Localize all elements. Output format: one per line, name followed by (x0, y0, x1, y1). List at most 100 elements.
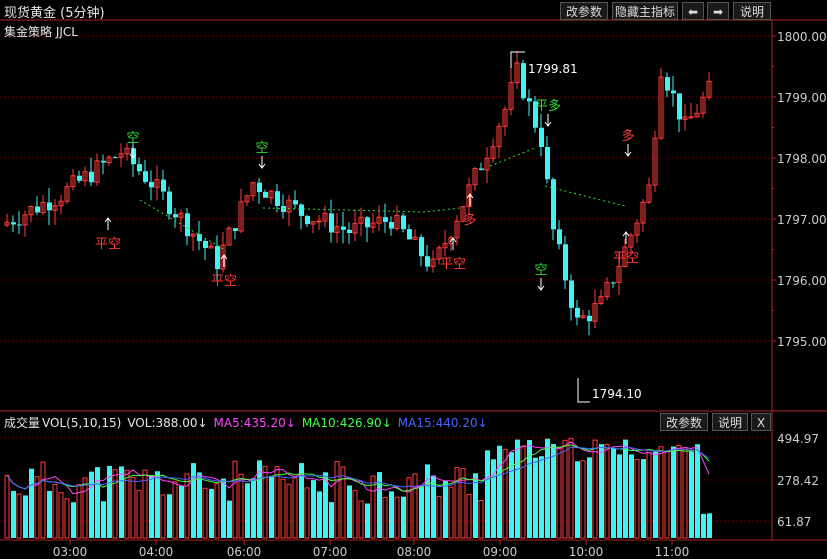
volume-bar (221, 478, 226, 538)
candle-body (521, 63, 526, 99)
volume-bar (167, 494, 172, 538)
candle-body (35, 206, 40, 213)
volume-bar (473, 473, 478, 538)
vol-help-button[interactable]: 说明 (712, 413, 748, 431)
candle-body (671, 90, 676, 94)
volume-bar (604, 443, 610, 539)
candle-body (17, 224, 22, 226)
candle-body (587, 315, 592, 322)
volume-bar (617, 454, 622, 538)
volume-bar (232, 460, 238, 539)
candle-body (197, 234, 202, 242)
ma5-value: MA5:435.20↓ (213, 416, 296, 430)
signal-label: 平空 (613, 251, 639, 266)
candle-body (677, 93, 682, 120)
volume-bar (155, 471, 160, 538)
candle-body (47, 202, 52, 211)
volume-bar (466, 494, 472, 539)
candle-body (233, 228, 238, 231)
candle-body (113, 157, 118, 159)
candle-body (407, 229, 412, 240)
volume-header: 成交量 VOL(5,10,15) VOL:388.00↓ MA5:435.20↓ MA1… (4, 414, 494, 431)
volume-bar (707, 513, 712, 538)
volume-bar (274, 466, 280, 539)
volume-bar (658, 446, 664, 539)
time-axis-label: 10:00 (569, 545, 604, 559)
volume-bar (191, 463, 196, 538)
volume-bar (352, 490, 358, 539)
volume-bar (454, 467, 460, 539)
candle-body (305, 215, 310, 225)
scroll-left-button[interactable]: ⬅ (682, 2, 704, 20)
candle-body (101, 160, 106, 163)
volume-bar (40, 461, 46, 539)
candle-body (479, 168, 484, 171)
candle-body (389, 221, 394, 229)
candle-body (185, 213, 190, 237)
vol-params-button[interactable]: 改参数 (660, 413, 708, 431)
signal-label: 空 (126, 131, 139, 146)
volume-bar (682, 447, 688, 539)
time-axis-label: 03:00 (53, 545, 88, 559)
candle-body (688, 116, 694, 119)
volume-bar (695, 444, 700, 538)
hide-indicator-button[interactable]: 隐藏主指标 (612, 2, 678, 20)
volume-bar (34, 476, 40, 539)
volume-bar (214, 483, 220, 539)
candle-body (173, 214, 178, 218)
volume-bar (671, 446, 676, 538)
price-axis-label: 1797.00 (777, 213, 827, 227)
params-button[interactable]: 改参数 (560, 2, 608, 20)
volume-bar (545, 438, 550, 538)
candle-body (665, 77, 670, 91)
volume-bar (664, 450, 670, 539)
volume-bar (592, 439, 598, 539)
volume-bar (533, 457, 538, 538)
candle-body (563, 244, 568, 281)
volume-bar (197, 472, 202, 538)
volume-bar (329, 502, 334, 538)
time-axis-label: 08:00 (397, 545, 432, 559)
volume-bar (58, 492, 64, 539)
volume-bar (119, 466, 124, 538)
volume-bar (580, 460, 586, 539)
volume-bar (82, 477, 88, 539)
candle-body (527, 98, 532, 102)
signal-dashed-line (544, 185, 626, 207)
candle-body (365, 217, 370, 228)
price-axis-label: 1799.00 (777, 91, 827, 105)
volume-bar (47, 490, 52, 538)
candle-body (299, 204, 304, 216)
volume-bar (251, 478, 256, 538)
volume-bar (334, 460, 340, 539)
volume-bar (653, 451, 658, 538)
volume-bar (269, 476, 274, 538)
candle-body (419, 237, 424, 257)
volume-bar (587, 457, 592, 538)
volume-bar (365, 503, 370, 538)
volume-bar (29, 468, 34, 538)
volume-bar (227, 500, 232, 538)
ma15-value: MA15:440.20↓ (397, 416, 488, 430)
volume-bar (149, 475, 154, 538)
volume-bar (478, 499, 484, 539)
strategy-name: 集金策略 JJCL (4, 25, 78, 39)
volume-bar (95, 467, 100, 538)
volume-bar (412, 473, 418, 539)
volume-bar (623, 439, 628, 538)
high-annotation: 1799.81 (510, 51, 578, 76)
chart-canvas[interactable]: 空平空平空空平空多平多空多平空 1800.001799.001798.00179… (0, 0, 827, 559)
volume-bar (551, 444, 556, 538)
volume-label: 成交量 (4, 416, 41, 430)
help-button[interactable]: 说明 (733, 2, 771, 20)
scroll-right-button[interactable]: ➡ (707, 2, 729, 20)
volume-bar (629, 454, 634, 538)
candle-body (167, 191, 172, 215)
vol-close-button[interactable]: X (751, 413, 771, 431)
volume-bar (497, 445, 502, 538)
candle-body (89, 171, 94, 183)
candle-body (77, 175, 82, 181)
candle-body (401, 215, 406, 230)
signal-label: 空 (255, 141, 268, 156)
volume-bar (599, 444, 604, 538)
